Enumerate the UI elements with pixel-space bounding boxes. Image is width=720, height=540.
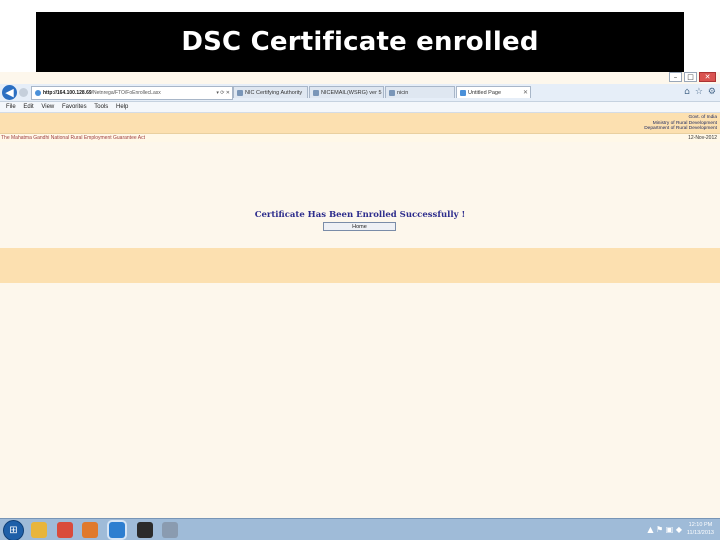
settings-icon[interactable]: ⚙ xyxy=(708,87,716,98)
govt-header: Govt. of India Ministry of Rural Develop… xyxy=(644,115,717,132)
pdf-app-icon[interactable] xyxy=(137,522,153,538)
address-bar[interactable]: http://164.100.128.69/Netnrega/FTO/FoEnr… xyxy=(31,86,233,100)
page-footer-band xyxy=(0,248,720,283)
page-icon xyxy=(313,90,319,96)
page-date: 12-Nov-2012 xyxy=(688,135,717,141)
home-button[interactable]: Home xyxy=(323,222,396,231)
menu-edit[interactable]: Edit xyxy=(23,104,33,110)
menu-bar: File Edit View Favorites Tools Help xyxy=(0,102,720,113)
windows-taskbar: ⊞ ▲ ⚑ ▣ ◆ 12:10 PM 11/13/2013 xyxy=(0,518,720,540)
address-tools[interactable]: ▾ ⟳ ✕ xyxy=(216,87,230,99)
maximize-button[interactable]: □ xyxy=(684,72,697,82)
clock-time: 12:10 PM xyxy=(688,522,713,528)
start-button[interactable]: ⊞ xyxy=(3,520,24,540)
slide-title: DSC Certificate enrolled xyxy=(181,27,539,57)
page-icon xyxy=(237,90,243,96)
back-button[interactable]: ◀ xyxy=(2,85,17,100)
favorites-icon[interactable]: ☆ xyxy=(695,87,703,98)
tab-label: NICEMAIL(WSRG) ver 5 xyxy=(321,90,382,96)
system-clock[interactable]: 12:10 PM 11/13/2013 xyxy=(687,521,714,537)
menu-help[interactable]: Help xyxy=(116,104,128,110)
tab-label: nicin xyxy=(397,90,409,96)
tab-untitled-page[interactable]: Untitled Page ✕ xyxy=(456,86,531,98)
tab-nicemail[interactable]: NICEMAIL(WSRG) ver 5 xyxy=(309,86,384,98)
media-player-icon[interactable] xyxy=(82,522,98,538)
act-name: The Mahatma Gandhi National Rural Employ… xyxy=(1,135,145,141)
menu-tools[interactable]: Tools xyxy=(94,104,108,110)
folder-icon[interactable] xyxy=(31,522,47,538)
clock-date: 11/13/2013 xyxy=(686,530,714,536)
tab-close-icon[interactable]: ✕ xyxy=(523,87,528,98)
tab-nicin[interactable]: nicin xyxy=(385,86,455,98)
page-icon xyxy=(460,90,466,96)
system-tray[interactable]: ▲ ⚑ ▣ ◆ xyxy=(647,525,682,535)
misc-app-icon[interactable] xyxy=(162,522,178,538)
minimize-button[interactable]: – xyxy=(669,72,682,82)
page-header-band: Govt. of India Ministry of Rural Develop… xyxy=(0,113,720,133)
browser-nav-row: ◀ http://164.100.128.69/Netnrega/FTO/FoE… xyxy=(0,84,720,102)
browser-toolbar-icons: ⌂ ☆ ⚙ xyxy=(684,87,716,98)
ie-taskbar-icon[interactable] xyxy=(109,522,125,538)
window-controls: – □ ✕ xyxy=(669,72,716,82)
address-path: /Netnrega/FTO/FoEnrollecLasx xyxy=(91,90,161,96)
menu-favorites[interactable]: Favorites xyxy=(62,104,87,110)
address-host: http://164.100.128.69 xyxy=(43,90,92,96)
menu-file[interactable]: File xyxy=(6,104,16,110)
ie-icon xyxy=(35,89,41,96)
close-button[interactable]: ✕ xyxy=(699,72,716,82)
page-icon xyxy=(389,90,395,96)
tab-label: Untitled Page xyxy=(468,90,502,96)
forward-button[interactable] xyxy=(19,88,28,97)
slide-title-bar: DSC Certificate enrolled xyxy=(36,12,684,72)
page-subheader: The Mahatma Gandhi National Rural Employ… xyxy=(0,133,720,142)
chrome-icon[interactable] xyxy=(57,522,73,538)
department-line: Department of Rural Development xyxy=(644,126,717,132)
tab-nic-ca[interactable]: NIC Certifying Authority xyxy=(233,86,308,98)
browser-screenshot: – □ ✕ ◀ http://164.100.128.69/Netnrega/F… xyxy=(0,72,720,540)
tab-label: NIC Certifying Authority xyxy=(245,90,303,96)
menu-view[interactable]: View xyxy=(41,104,54,110)
home-icon[interactable]: ⌂ xyxy=(684,87,690,98)
success-message: Certificate Has Been Enrolled Successful… xyxy=(254,210,466,220)
